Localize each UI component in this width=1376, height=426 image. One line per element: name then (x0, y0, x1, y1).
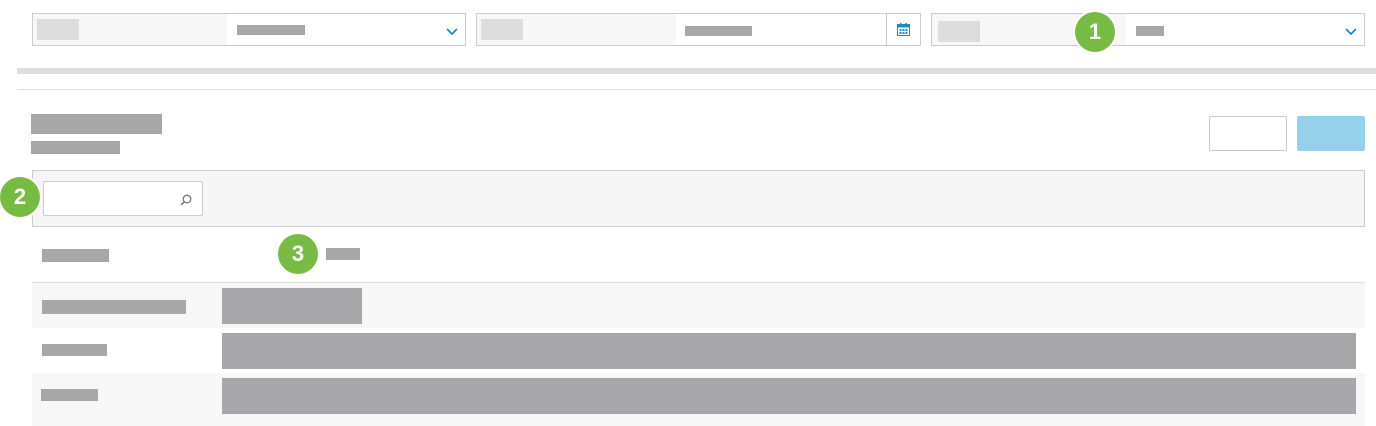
filter-1-value (237, 25, 305, 35)
chevron-down-icon[interactable] (1345, 27, 1357, 36)
date-input[interactable] (676, 14, 887, 45)
filter-3-value-area[interactable] (1126, 14, 1364, 45)
row-label (41, 389, 98, 401)
primary-button[interactable] (1297, 116, 1365, 151)
column-header-1 (42, 249, 109, 262)
filter-3-label (938, 21, 980, 42)
row-bar (222, 333, 1356, 369)
row-bar (222, 378, 1356, 414)
section-divider (17, 68, 1376, 74)
chevron-down-icon[interactable] (446, 27, 458, 36)
annotation-badge-2: 2 (0, 177, 40, 217)
secondary-button[interactable] (1209, 116, 1287, 151)
row-label (42, 300, 186, 314)
filter-select-3[interactable] (931, 13, 1365, 46)
filter-3-value (1136, 26, 1164, 36)
search-icon (180, 194, 192, 206)
filter-1-label (37, 19, 79, 40)
section-divider-thin (17, 89, 1376, 90)
row-label (42, 344, 107, 356)
column-header-2 (326, 248, 360, 260)
calendar-button[interactable] (886, 14, 920, 45)
annotation-badge-1: 1 (1075, 12, 1115, 52)
table-toolbar (32, 170, 1365, 227)
date-input-value (685, 26, 752, 36)
table-row[interactable] (32, 328, 1365, 373)
page-subtitle (31, 141, 120, 154)
filter-1-value-area[interactable] (227, 14, 465, 45)
filter-2-label (481, 19, 523, 40)
row-bar (222, 288, 362, 324)
filter-date[interactable] (476, 13, 921, 46)
calendar-icon (897, 23, 910, 36)
search-input[interactable] (43, 181, 203, 216)
table-row[interactable] (32, 283, 1365, 328)
page-title (31, 114, 162, 134)
table-row[interactable] (32, 373, 1365, 426)
filter-select-1[interactable] (32, 13, 466, 46)
annotation-badge-3: 3 (278, 234, 318, 274)
